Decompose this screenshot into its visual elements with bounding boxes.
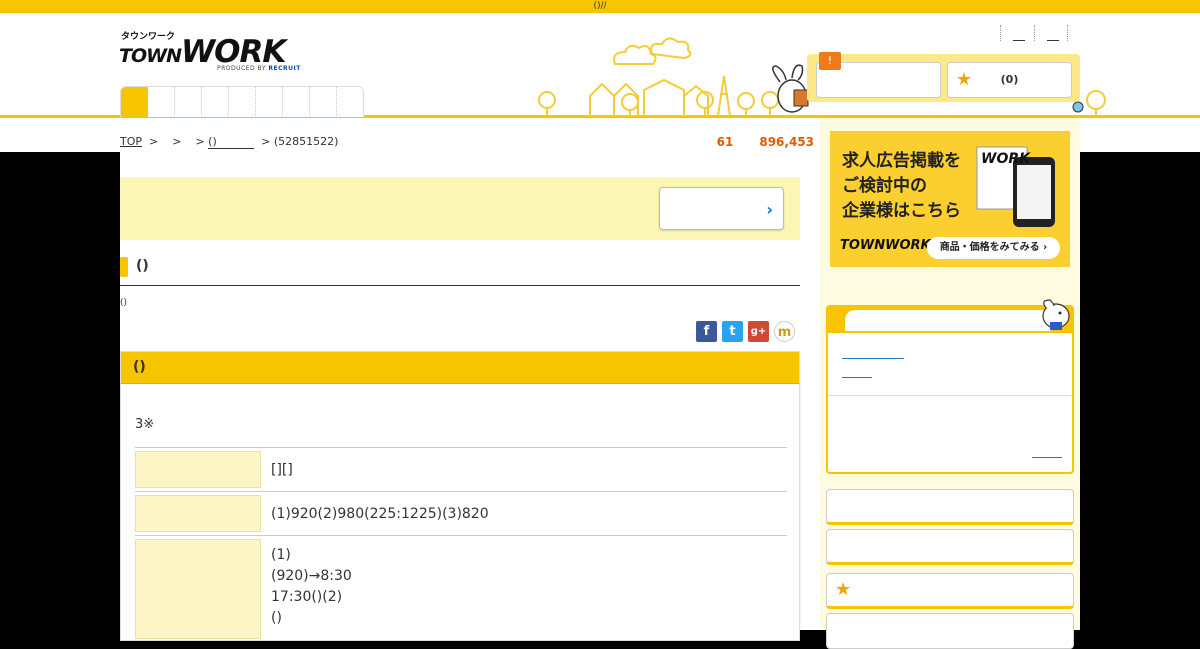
sidebar-favorites-button[interactable]: ★ bbox=[826, 573, 1074, 609]
phone-illustration: WORK bbox=[976, 146, 1055, 227]
sidebar-button-2[interactable] bbox=[826, 529, 1074, 565]
tab-4[interactable] bbox=[202, 87, 229, 117]
panel-divider bbox=[828, 395, 1072, 396]
rabbit-mascot bbox=[772, 64, 809, 113]
tab-3[interactable] bbox=[175, 87, 202, 117]
region-tabs bbox=[120, 86, 364, 117]
panel-link-2[interactable] bbox=[842, 377, 872, 378]
row-value: [][] bbox=[271, 462, 293, 478]
ad-logo: TOWNWORK bbox=[840, 238, 931, 253]
panel-link-more[interactable] bbox=[1032, 457, 1062, 458]
ad-headline: 求人広告掲載を ご検討中の 企業様はこちら bbox=[842, 151, 961, 221]
favorites-count: (0) bbox=[1000, 73, 1019, 86]
share-icons: f t g+ m bbox=[696, 321, 800, 342]
detail-row: [][] bbox=[135, 447, 787, 491]
breadcrumb-top[interactable]: TOP bbox=[120, 135, 142, 148]
panel-link-1[interactable] bbox=[842, 358, 904, 359]
promo-banner: › bbox=[120, 177, 800, 240]
notification-badge: ! bbox=[819, 52, 841, 70]
row-label bbox=[135, 495, 261, 532]
sidebar-button-1[interactable] bbox=[826, 489, 1074, 525]
row-label bbox=[135, 539, 261, 639]
job-detail-box: () 3※ [][] (1)920(2)980(225:1225)(3)820 … bbox=[120, 351, 800, 641]
favorites-button[interactable]: ★ (0) bbox=[947, 62, 1072, 98]
bird-mascot bbox=[1072, 101, 1084, 113]
dog-mascot-icon bbox=[1042, 299, 1070, 330]
sidebar-button-4[interactable] bbox=[826, 613, 1074, 649]
stat-count-b: 896,453 bbox=[759, 135, 814, 149]
top-bar-text: ()// bbox=[593, 1, 607, 11]
logo-produced-by: PRODUCED BY RECRUIT bbox=[217, 65, 301, 72]
breadcrumb-item[interactable]: () bbox=[208, 135, 255, 149]
facebook-icon[interactable]: f bbox=[696, 321, 717, 342]
googleplus-icon[interactable]: g+ bbox=[748, 321, 769, 342]
job-title: () bbox=[136, 258, 149, 274]
mixi-icon[interactable]: m bbox=[774, 321, 795, 342]
tab-9[interactable] bbox=[337, 87, 363, 117]
tab-2[interactable] bbox=[148, 87, 175, 117]
breadcrumb: TOP > > > () > (52851522) bbox=[120, 135, 339, 149]
panel-tab bbox=[845, 310, 1051, 331]
main-column: TOP > > > () > (52851522) 61 896,453 › ()… bbox=[120, 118, 820, 641]
tab-1[interactable] bbox=[121, 87, 148, 117]
stat-count-a: 61 bbox=[716, 135, 734, 149]
panel-header bbox=[828, 307, 1072, 333]
row-label bbox=[135, 451, 261, 488]
row-value: (1)920(2)980(225:1225)(3)820 bbox=[271, 506, 489, 522]
detail-heading: () bbox=[133, 359, 146, 375]
chevron-right-icon: › bbox=[766, 200, 773, 219]
tab-5[interactable] bbox=[229, 87, 256, 117]
detail-note: 3※ bbox=[135, 417, 155, 432]
promo-button[interactable]: › bbox=[659, 187, 784, 230]
twitter-icon[interactable]: t bbox=[722, 321, 743, 342]
detail-row: (1)920(2)980(225:1225)(3)820 bbox=[135, 491, 787, 535]
sidebar-panel bbox=[826, 305, 1074, 474]
breadcrumb-job-id: (52851522) bbox=[273, 135, 339, 148]
user-panel: ★ (0) bbox=[807, 54, 1080, 102]
advertiser-banner[interactable]: 求人広告掲載を ご検討中の 企業様はこちら WORK TOWNWORK 商品・価… bbox=[830, 131, 1070, 267]
title-accent-bar bbox=[120, 257, 128, 277]
tab-8[interactable] bbox=[310, 87, 337, 117]
sidebar: 求人広告掲載を ご検討中の 企業様はこちら WORK TOWNWORK 商品・価… bbox=[820, 118, 1080, 649]
row-value: (1) (920)→8:30 17:30()(2) () bbox=[271, 547, 352, 626]
tab-6[interactable] bbox=[256, 87, 283, 117]
svg-text:WORK: WORK bbox=[981, 151, 1031, 167]
detail-header: () bbox=[121, 352, 799, 384]
star-icon: ★ bbox=[835, 579, 852, 600]
job-stats: 61 896,453 bbox=[691, 135, 814, 149]
tab-7[interactable] bbox=[283, 87, 310, 117]
ad-cta-button[interactable]: 商品・価格をみてみる › bbox=[927, 237, 1060, 259]
detail-row: (1) (920)→8:30 17:30()(2) () bbox=[135, 535, 787, 645]
job-title-row: () bbox=[120, 257, 800, 286]
job-subtitle: () bbox=[120, 298, 128, 308]
townwork-logo[interactable]: タウンワーク TOWNWORK PRODUCED BY RECRUIT bbox=[119, 28, 300, 76]
